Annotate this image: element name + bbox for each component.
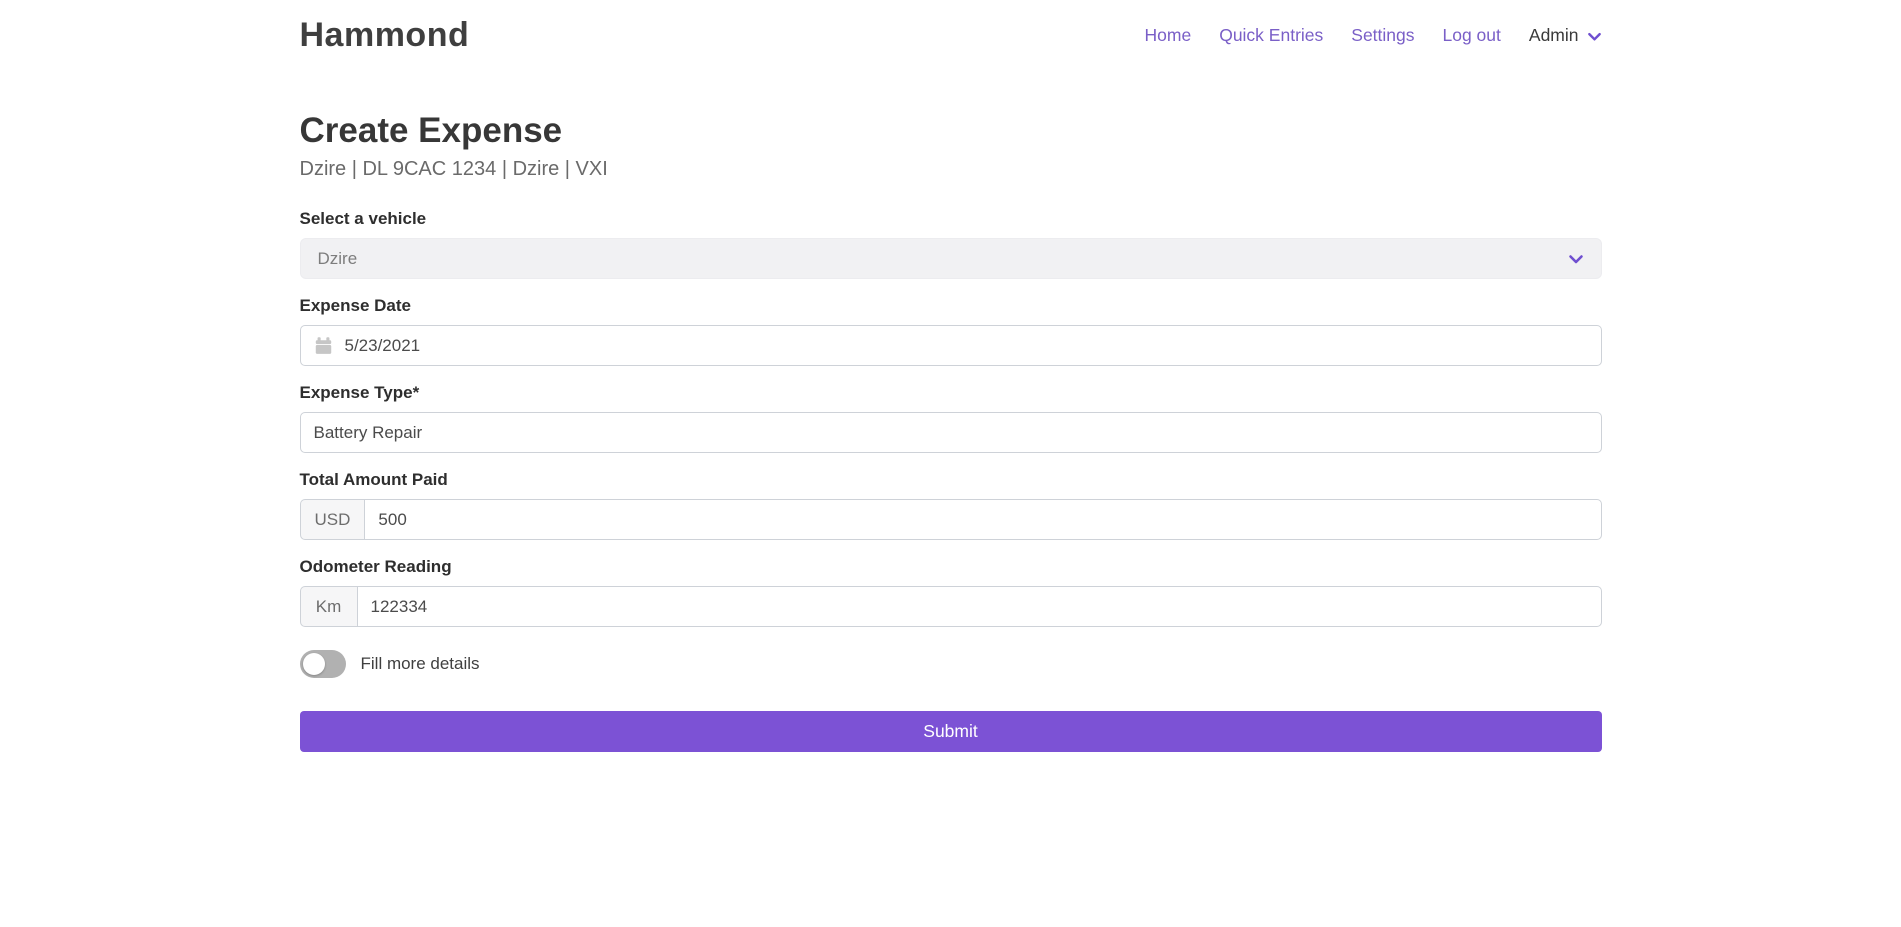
total-amount-input[interactable] — [378, 500, 1587, 539]
vehicle-field: Select a vehicle Dzire — [300, 209, 1602, 279]
expense-type-label: Expense Type* — [300, 383, 1602, 403]
calendar-icon — [314, 336, 333, 355]
vehicle-select[interactable]: Dzire — [300, 238, 1602, 279]
expense-date-field: Expense Date — [300, 296, 1602, 366]
distance-unit-addon: Km — [300, 586, 357, 627]
odometer-input[interactable] — [371, 587, 1588, 626]
main-content: Create Expense Dzire | DL 9CAC 1234 | Dz… — [300, 111, 1602, 752]
vehicle-select-value: Dzire — [318, 249, 358, 269]
page-title: Create Expense — [300, 111, 1602, 151]
currency-addon: USD — [300, 499, 365, 540]
total-amount-field: Total Amount Paid USD — [300, 470, 1602, 540]
header: Hammond Home Quick Entries Settings Log … — [0, 0, 1901, 55]
vehicle-summary: Dzire | DL 9CAC 1234 | Dzire | VXI — [300, 158, 1602, 181]
toggle-knob — [303, 653, 325, 675]
vehicle-label: Select a vehicle — [300, 209, 1602, 229]
create-expense-form: Select a vehicle Dzire Expense Date — [300, 209, 1602, 752]
expense-date-box — [300, 325, 1602, 366]
chevron-down-icon — [1568, 251, 1584, 267]
expense-type-field: Expense Type* — [300, 383, 1602, 453]
more-details-row: Fill more details — [300, 650, 1602, 678]
expense-date-input[interactable] — [345, 326, 1588, 365]
fill-more-details-label: Fill more details — [361, 654, 480, 674]
user-menu-admin[interactable]: Admin — [1529, 25, 1602, 46]
fill-more-details-toggle[interactable] — [300, 650, 346, 678]
nav-item-home[interactable]: Home — [1145, 25, 1192, 46]
chevron-down-icon — [1587, 28, 1602, 43]
submit-button[interactable]: Submit — [300, 711, 1602, 752]
odometer-label: Odometer Reading — [300, 557, 1602, 577]
nav-item-quick-entries[interactable]: Quick Entries — [1219, 25, 1323, 46]
main-nav: Home Quick Entries Settings Log out Admi… — [1145, 25, 1602, 46]
odometer-field: Odometer Reading Km — [300, 557, 1602, 627]
expense-type-box — [300, 412, 1602, 453]
brand-logo[interactable]: Hammond — [300, 16, 470, 55]
user-menu-label: Admin — [1529, 25, 1579, 46]
nav-item-settings[interactable]: Settings — [1351, 25, 1414, 46]
expense-date-label: Expense Date — [300, 296, 1602, 316]
nav-item-logout[interactable]: Log out — [1443, 25, 1501, 46]
total-amount-label: Total Amount Paid — [300, 470, 1602, 490]
total-amount-box — [364, 499, 1601, 540]
expense-type-input[interactable] — [314, 413, 1588, 452]
odometer-box — [357, 586, 1602, 627]
